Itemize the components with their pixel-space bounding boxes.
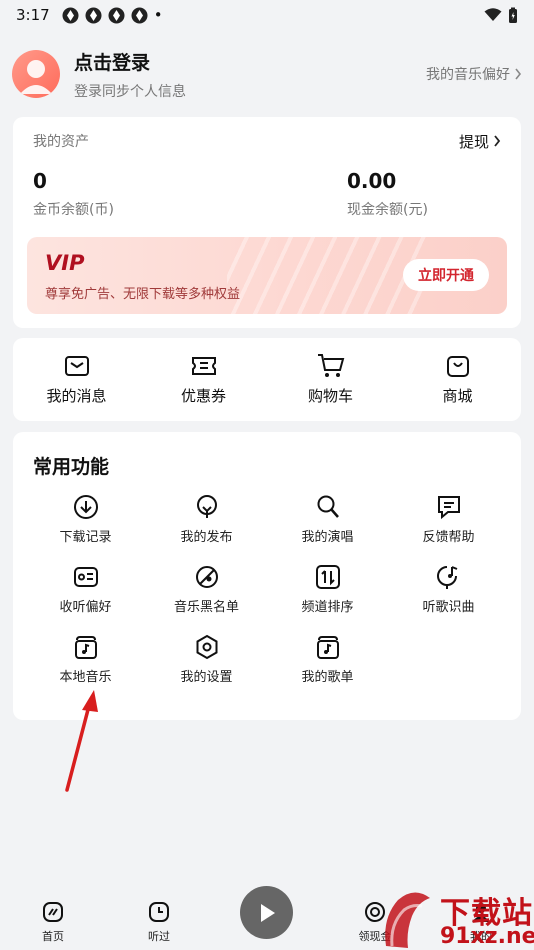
func-download-history[interactable]: 下载记录: [25, 492, 146, 562]
func-label: 我的歌单: [301, 670, 354, 685]
default-avatar-icon: [20, 60, 52, 94]
sing-icon: [313, 492, 343, 522]
shop-bag-icon: [443, 353, 473, 379]
func-label: 下载记录: [59, 530, 112, 545]
func-song-recognition[interactable]: 听歌识曲: [388, 562, 509, 632]
section-title: 常用功能: [33, 456, 110, 478]
quick-item-label: 商城: [442, 387, 473, 405]
func-my-sing[interactable]: 我的演唱: [267, 492, 388, 562]
avatar[interactable]: [12, 50, 60, 98]
assets-card: 我的资产 提现 0 金币余额(币) 0.00 现金余额(元) VIP 尊享免广告…: [13, 117, 521, 328]
vip-subtitle: 尊享免广告、无限下载等多种权益: [45, 287, 241, 302]
home-icon: [41, 900, 65, 924]
func-label: 听歌识曲: [422, 600, 475, 615]
status-time: 3:17: [16, 6, 50, 24]
func-my-settings[interactable]: 我的设置: [146, 632, 267, 702]
coupon-icon: [189, 353, 219, 379]
nav-label: 听过: [148, 930, 170, 943]
vip-open-button[interactable]: 立即开通: [403, 259, 489, 291]
quick-item-label: 优惠券: [180, 387, 226, 405]
withdraw-label: 提现: [458, 132, 489, 151]
quick-actions: 我的消息 优惠券 购物车 商城: [13, 338, 521, 421]
watermark: 下载站 91xz.net: [378, 888, 534, 950]
nav-home[interactable]: 首页: [0, 880, 106, 944]
func-channel-sort[interactable]: 频道排序: [267, 562, 388, 632]
blacklist-icon: [192, 562, 222, 592]
watermark-logo-icon: [385, 892, 430, 948]
sort-icon: [313, 562, 343, 592]
func-my-playlist[interactable]: 我的歌单: [267, 632, 388, 702]
func-listen-preference[interactable]: 收听偏好: [25, 562, 146, 632]
login-subtitle: 登录同步个人信息: [74, 83, 186, 100]
cash-label: 现金余额(元): [347, 202, 428, 218]
assets-title: 我的资产: [33, 134, 89, 150]
vip-banner[interactable]: VIP 尊享免广告、无限下载等多种权益 立即开通: [27, 237, 507, 314]
withdraw-link[interactable]: 提现: [459, 131, 501, 152]
wifi-icon: [484, 8, 502, 21]
quick-item-shop[interactable]: 商城: [394, 338, 521, 421]
recognize-icon: [434, 562, 464, 592]
func-label: 频道排序: [301, 600, 354, 615]
func-label: 我的设置: [180, 670, 233, 685]
func-label: 我的发布: [180, 530, 233, 545]
notification-icons: •: [62, 6, 163, 24]
notification-dot: •: [153, 6, 163, 24]
func-my-publish[interactable]: 我的发布: [146, 492, 267, 562]
profile-header[interactable]: 点击登录 登录同步个人信息 我的音乐偏好: [12, 44, 522, 104]
func-label: 音乐黑名单: [173, 600, 239, 615]
func-label: 本地音乐: [59, 670, 112, 685]
play-icon: [260, 903, 275, 922]
func-label: 我的演唱: [301, 530, 354, 545]
quick-item-label: 购物车: [307, 387, 353, 405]
history-icon: [147, 900, 171, 924]
func-label: 反馈帮助: [422, 530, 475, 545]
chevron-right-icon: [494, 135, 501, 147]
playlist-icon: [313, 632, 343, 662]
common-functions-card: 常用功能 下载记录 我的发布 我的演唱 反馈帮助 收听偏好 音乐黑名单 频道排序: [13, 432, 521, 720]
coin-value: 0: [33, 169, 47, 193]
app-icon: [62, 7, 79, 23]
nav-history[interactable]: 听过: [106, 880, 212, 944]
quick-item-coupons[interactable]: 优惠券: [140, 338, 267, 421]
local-music-icon: [71, 632, 101, 662]
download-icon: [71, 492, 101, 522]
settings-icon: [192, 632, 222, 662]
music-preference-link[interactable]: 我的音乐偏好: [426, 64, 522, 84]
func-feedback[interactable]: 反馈帮助: [388, 492, 509, 562]
app-icon: [131, 7, 148, 23]
nav-label: 首页: [42, 930, 64, 943]
play-button[interactable]: [240, 886, 293, 939]
coin-label: 金币余额(币): [33, 202, 114, 218]
battery-icon: [509, 7, 517, 23]
coin-balance[interactable]: 0 金币余额(币): [33, 165, 267, 219]
quick-item-label: 我的消息: [46, 387, 107, 405]
cash-balance[interactable]: 0.00 现金余额(元): [267, 165, 501, 219]
cart-icon: [316, 353, 346, 379]
feedback-icon: [434, 492, 464, 522]
annotation-arrow: [65, 690, 98, 792]
quick-item-cart[interactable]: 购物车: [267, 338, 394, 421]
preference-icon: [71, 562, 101, 592]
message-icon: [62, 353, 92, 379]
function-grid: 下载记录 我的发布 我的演唱 反馈帮助 收听偏好 音乐黑名单 频道排序 听歌识曲…: [25, 492, 509, 702]
publish-icon: [192, 492, 222, 522]
quick-item-messages[interactable]: 我的消息: [13, 338, 140, 421]
watermark-url: 91xz.net: [440, 924, 534, 949]
status-right: [484, 7, 518, 24]
func-music-blacklist[interactable]: 音乐黑名单: [146, 562, 267, 632]
vip-title: VIP: [45, 251, 85, 275]
cash-value: 0.00: [347, 169, 397, 193]
status-bar: 3:17 •: [0, 0, 534, 30]
vip-decoration: [227, 237, 427, 314]
chevron-right-icon: [515, 68, 522, 80]
music-preference-label: 我的音乐偏好: [426, 67, 510, 83]
login-title[interactable]: 点击登录: [74, 48, 186, 75]
app-icon: [85, 7, 102, 23]
app-icon: [108, 7, 125, 23]
func-label: 收听偏好: [59, 600, 112, 615]
